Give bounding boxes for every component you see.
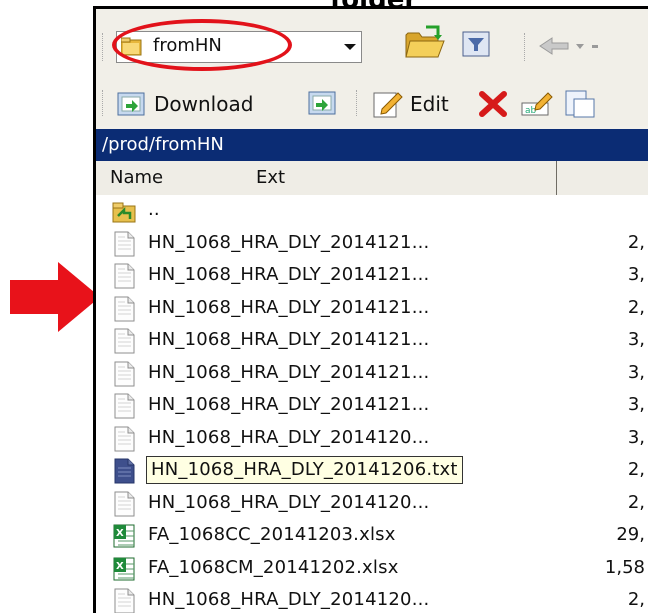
edit-button-label: Edit — [410, 91, 449, 116]
file-row[interactable]: HN_1068_HRA_DLY_2014121... 2, — [96, 293, 648, 325]
file-name: HN_1068_HRA_DLY_2014120... — [148, 491, 430, 513]
text-file-icon — [112, 458, 136, 484]
red-arrow-icon — [10, 262, 100, 332]
file-row[interactable]: X FA_1068CC_20141203.xlsx 29, — [96, 520, 648, 552]
highlight-oval — [112, 19, 292, 71]
current-path-bar: /prod/fromHN — [96, 129, 648, 161]
file-size: 2, — [627, 459, 645, 480]
excel-file-icon: X — [112, 556, 136, 582]
file-row[interactable]: .. — [96, 195, 648, 227]
file-list: .. HN_1068_HRA_DLY_2014121... 2, HN_1068_HR… — [96, 195, 648, 613]
file-size: 2, — [627, 296, 645, 318]
download-icon — [117, 92, 145, 115]
location-toolbar: fromHN — [96, 9, 648, 81]
file-name: HN_1068_HRA_DLY_2014121... — [148, 394, 430, 415]
file-row[interactable]: X FA_1068CM_20141202.xlsx 1,58 — [96, 553, 648, 585]
file-size: 3, — [627, 329, 645, 350]
delete-icon[interactable] — [478, 90, 508, 118]
file-name: FA_1068CM_20141202.xlsx — [148, 556, 399, 578]
excel-file-icon: X — [112, 523, 136, 549]
column-header-ext[interactable]: Ext — [256, 167, 285, 188]
file-size: 3, — [627, 361, 645, 383]
file-size: 3, — [627, 264, 645, 285]
file-list-header: Name Ext — [96, 161, 648, 196]
text-file-icon — [112, 393, 136, 419]
svg-text:X: X — [116, 561, 124, 572]
chevron-down-icon[interactable] — [339, 32, 361, 62]
download-button-label: Download — [154, 91, 254, 116]
parent-folder-icon — [112, 198, 136, 224]
file-row[interactable]: HN_1068_HRA_DLY_2014120... 2, — [96, 488, 648, 520]
file-row[interactable]: HN_1068_HRA_DLY_2014120... 2, — [96, 585, 648, 613]
download-button[interactable]: Download — [114, 81, 253, 126]
toolbar-grip[interactable] — [356, 90, 361, 116]
toolbar-grip[interactable] — [102, 90, 107, 116]
column-header-name[interactable]: Name — [110, 167, 163, 188]
svg-text:ab: ab — [525, 106, 537, 116]
edit-icon — [373, 91, 403, 117]
svg-text:X: X — [116, 528, 124, 539]
file-size: 2, — [627, 491, 645, 513]
file-name: HN_1068_HRA_DLY_2014120... — [148, 589, 430, 610]
toolbar-grip[interactable] — [102, 33, 107, 61]
file-name: HN_1068_HRA_DLY_20141206.txt — [146, 456, 463, 484]
rename-icon[interactable]: ab — [520, 89, 554, 119]
file-name: HN_1068_HRA_DLY_2014121... — [148, 361, 430, 383]
open-folder-icon[interactable] — [404, 25, 446, 61]
column-separator[interactable] — [556, 161, 557, 195]
file-row[interactable]: HN_1068_HRA_DLY_2014121... 3, — [96, 390, 648, 422]
file-row[interactable]: HN_1068_HRA_DLY_2014121... 3, — [96, 358, 648, 390]
text-file-icon — [112, 296, 136, 322]
file-name: HN_1068_HRA_DLY_2014120... — [148, 426, 430, 448]
properties-icon[interactable] — [564, 89, 596, 119]
file-panel: fromHN Download Edit ab /prod/fromHN Nam… — [93, 6, 648, 613]
text-file-icon — [112, 263, 136, 289]
file-name: HN_1068_HRA_DLY_2014121... — [148, 231, 430, 253]
download-options-icon[interactable] — [306, 89, 338, 119]
file-row[interactable]: HN_1068_HRA_DLY_2014121... 3, — [96, 260, 648, 292]
file-row[interactable]: HN_1068_HRA_DLY_2014120... 3, — [96, 423, 648, 455]
file-name: .. — [148, 199, 160, 220]
edit-button[interactable]: Edit — [372, 81, 449, 126]
file-size: 2, — [627, 231, 645, 253]
file-size: 29, — [616, 524, 645, 545]
file-size: 3, — [627, 426, 645, 448]
text-file-icon — [112, 588, 136, 613]
file-name: HN_1068_HRA_DLY_2014121... — [148, 329, 430, 350]
file-name: FA_1068CC_20141203.xlsx — [148, 524, 396, 545]
back-arrow-icon[interactable] — [538, 35, 598, 57]
text-file-icon — [112, 426, 136, 452]
text-file-icon — [112, 491, 136, 517]
text-file-icon — [112, 361, 136, 387]
text-file-icon — [112, 231, 136, 257]
file-row[interactable]: HN_1068_HRA_DLY_2014121... 3, — [96, 325, 648, 357]
file-name: HN_1068_HRA_DLY_2014121... — [148, 296, 430, 318]
filter-icon[interactable] — [462, 31, 490, 57]
file-row[interactable]: HN_1068_HRA_DLY_2014121... 2, — [96, 228, 648, 260]
toolbar-grip[interactable] — [524, 33, 529, 61]
file-size: 1,58 — [604, 556, 645, 578]
file-size: 2, — [627, 589, 645, 610]
text-file-icon — [112, 328, 136, 354]
file-name: HN_1068_HRA_DLY_2014121... — [148, 264, 430, 285]
action-toolbar: Download Edit ab — [96, 81, 648, 126]
file-size: 3, — [627, 394, 645, 415]
file-row[interactable]: HN_1068_HRA_DLY_20141206.txt 2, — [96, 455, 648, 487]
